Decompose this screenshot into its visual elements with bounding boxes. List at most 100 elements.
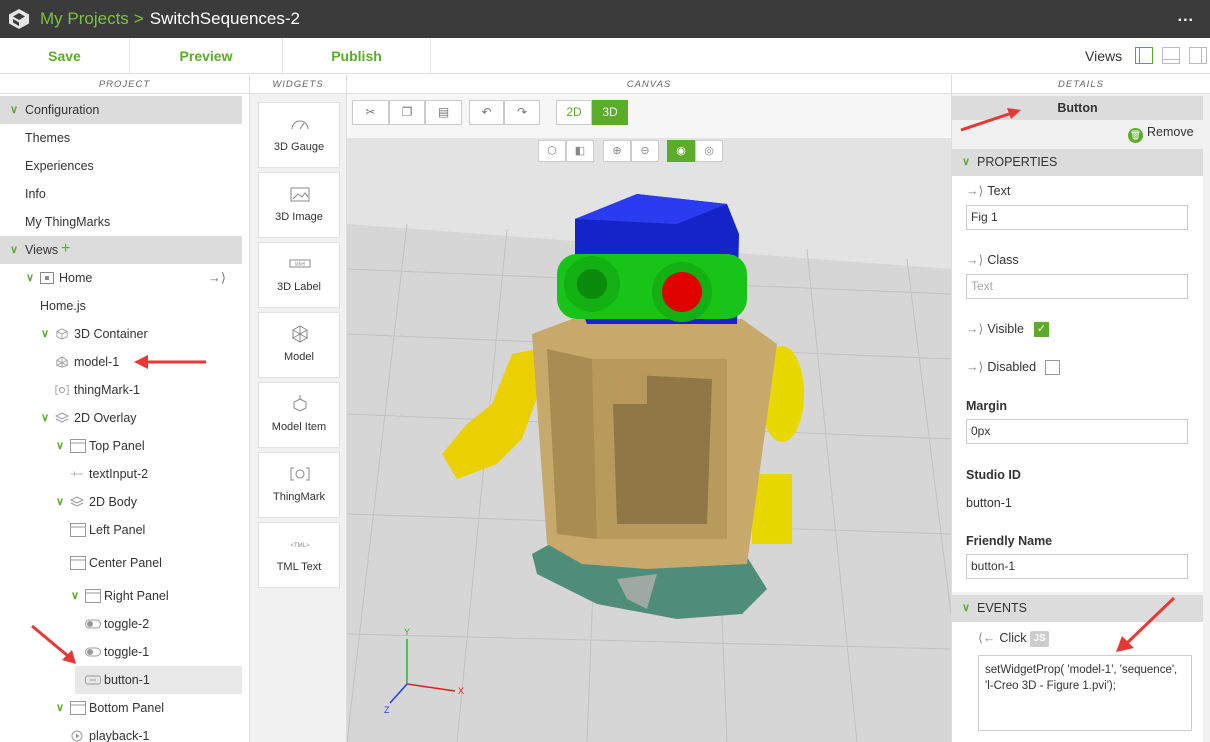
paste-icon: ▤ — [437, 105, 450, 119]
tree-item-themes[interactable]: Themes — [0, 124, 242, 152]
undo-icon: ↶ — [481, 105, 492, 119]
tree-item-home[interactable]: ∨ Home →⟩ — [0, 264, 242, 292]
event-binding-icon[interactable]: ⟨← — [978, 631, 995, 645]
class-input[interactable]: Text — [966, 274, 1188, 299]
model-icon — [292, 325, 308, 343]
more-menu-button[interactable]: ... — [1178, 8, 1194, 26]
canvas-3d-scene[interactable]: Y X Z — [347, 94, 951, 742]
tree-item-center-panel[interactable]: Center Panel — [0, 549, 242, 582]
js-badge[interactable]: JS — [1030, 631, 1049, 647]
tree-item-home-js[interactable]: Home.js — [0, 292, 242, 320]
tree-item-3d-container[interactable]: ∨ 3D Container — [0, 320, 242, 348]
layout-right-panel-icon[interactable] — [1189, 47, 1207, 64]
navigate-arrow-icon[interactable]: →⟩ — [208, 264, 226, 292]
tree-section-views[interactable]: ∨ Views + — [0, 236, 242, 264]
panel-icon — [70, 556, 86, 570]
tree-item-bottom-panel[interactable]: ∨ Bottom Panel — [0, 694, 242, 722]
cube-icon — [56, 328, 68, 340]
tree-item-2d-body[interactable]: ∨ 2D Body — [0, 488, 242, 516]
tree-label: Themes — [25, 131, 71, 145]
redo-icon: ↷ — [516, 105, 528, 119]
button-icon — [85, 675, 101, 685]
view-iso-button[interactable]: ⬡ — [538, 140, 566, 162]
panel-icon — [85, 589, 101, 603]
tree-label: Top Panel — [89, 439, 145, 453]
tree-label: playback-1 — [89, 729, 150, 742]
widget-model-item[interactable]: Model Item — [258, 382, 340, 448]
mode-2d-button[interactable]: 2D — [556, 100, 592, 125]
remove-button[interactable]: 🗑 Remove — [1128, 125, 1194, 143]
widget-label: 3D Image — [275, 211, 323, 223]
chevron-down-icon: ∨ — [56, 702, 65, 714]
widget-3d-gauge[interactable]: 3D Gauge — [258, 102, 340, 168]
binding-icon[interactable]: →⟩ — [966, 360, 983, 374]
widget-model[interactable]: Model — [258, 312, 340, 378]
tree-label: Left Panel — [89, 523, 146, 537]
click-js-textarea[interactable]: setWidgetProp( 'model-1', 'sequence', 'l… — [978, 655, 1192, 731]
layout-bottom-panel-icon[interactable] — [1162, 47, 1180, 64]
preview-button[interactable]: Preview — [130, 38, 283, 74]
binding-icon[interactable]: →⟩ — [966, 253, 983, 267]
app-logo-icon[interactable] — [8, 8, 30, 30]
tree-item-2d-overlay[interactable]: ∨ 2D Overlay — [0, 404, 242, 432]
paste-button[interactable]: ▤ — [425, 100, 462, 125]
friendly-name-input[interactable]: button-1 — [966, 554, 1188, 579]
widget-3d-label[interactable]: label 3D Label — [258, 242, 340, 308]
tree-item-my-thingmarks[interactable]: My ThingMarks — [0, 208, 242, 236]
add-view-icon[interactable]: + — [61, 235, 70, 263]
annotation-arrow-icon — [960, 108, 1021, 132]
widget-label: 3D Label — [276, 281, 322, 293]
save-button[interactable]: Save — [0, 38, 130, 74]
visible-checkbox[interactable]: ✓ — [1034, 322, 1049, 337]
tree-label: toggle-1 — [104, 645, 150, 659]
mode-3d-button[interactable]: 3D — [592, 100, 628, 125]
view-front-button[interactable]: ◧ — [566, 140, 594, 162]
layers-icon — [55, 412, 69, 423]
text-input[interactable]: Fig 1 — [966, 205, 1188, 230]
annotation-arrow-icon — [1116, 596, 1176, 652]
zoom-extents-button[interactable]: ⊕ — [603, 140, 631, 162]
tree-item-left-panel[interactable]: Left Panel — [0, 516, 242, 549]
zoom-in-icon: ⊕ — [612, 145, 622, 157]
zoom-selected-button[interactable]: ⊖ — [631, 140, 659, 162]
layout-left-panel-icon[interactable] — [1135, 47, 1153, 64]
margin-input[interactable]: 0px — [966, 419, 1188, 444]
tree-item-button-1[interactable]: button-1 — [75, 666, 242, 694]
tree-item-thingmark-1[interactable]: thingMark-1 — [0, 376, 242, 404]
chevron-down-icon: ∨ — [962, 156, 971, 168]
tree-label: Right Panel — [104, 589, 169, 603]
image-icon — [290, 187, 310, 202]
disabled-checkbox[interactable] — [1045, 360, 1060, 375]
tree-item-textinput-2[interactable]: textInput-2 — [0, 460, 242, 488]
main-toolbar: Save Preview Publish Views — [0, 38, 1210, 74]
show-hidden-button[interactable]: ◉ — [667, 140, 695, 162]
undo-button[interactable]: ↶ — [469, 100, 504, 125]
tree-item-top-panel[interactable]: ∨ Top Panel — [0, 432, 242, 460]
tree-label: 2D Body — [89, 495, 137, 509]
tree-item-right-panel[interactable]: ∨ Right Panel — [0, 582, 242, 610]
model-icon — [56, 356, 68, 368]
hide-button[interactable]: ◎ — [695, 140, 723, 162]
tree-label: Configuration — [25, 103, 100, 117]
chevron-down-icon: ∨ — [10, 104, 19, 116]
cut-button[interactable]: ✂ — [352, 100, 389, 125]
widget-3d-image[interactable]: 3D Image — [258, 172, 340, 238]
widget-tml-text[interactable]: <TML> TML Text — [258, 522, 340, 588]
copy-button[interactable]: ❐ — [389, 100, 425, 125]
margin-label: Margin — [966, 399, 1007, 413]
tree-item-playback-1[interactable]: playback-1 — [0, 722, 242, 742]
studio-id-label: Studio ID — [966, 468, 1021, 482]
tree-item-experiences[interactable]: Experiences — [0, 152, 242, 180]
binding-icon[interactable]: →⟩ — [966, 184, 983, 198]
redo-button[interactable]: ↷ — [504, 100, 540, 125]
widget-thingmark[interactable]: ThingMark — [258, 452, 340, 518]
publish-button[interactable]: Publish — [283, 38, 431, 74]
tree-item-info[interactable]: Info — [0, 180, 242, 208]
properties-section-header[interactable]: ∨ PROPERTIES — [952, 149, 1203, 176]
tree-section-configuration[interactable]: ∨ Configuration — [0, 96, 242, 124]
canvas-area[interactable]: Y X Z ✂ ❐ ▤ ↶ ↷ 2D 3D ⬡ ◧ ⊕ ⊖ ◉ ◎ — [347, 94, 951, 742]
toggle-icon — [85, 647, 101, 657]
trash-icon: 🗑 — [1128, 128, 1143, 143]
breadcrumb-my-projects[interactable]: My Projects — [40, 9, 129, 29]
binding-icon[interactable]: →⟩ — [966, 322, 983, 336]
